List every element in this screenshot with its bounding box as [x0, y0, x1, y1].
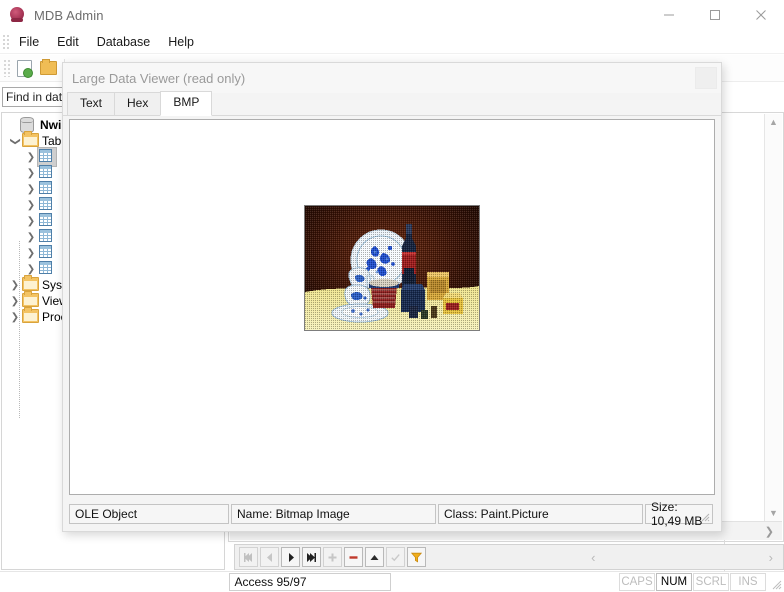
nav-last-button[interactable]	[302, 547, 321, 567]
mdb-admin-window: MDB Admin File Edit Database Help Find i…	[0, 0, 784, 592]
minimize-icon[interactable]	[646, 0, 692, 30]
status-object-name: Name: Bitmap Image	[231, 504, 436, 524]
expander-table[interactable]: ❯	[24, 264, 38, 275]
menu-item-help[interactable]: Help	[159, 33, 203, 51]
folder-icon	[22, 131, 39, 149]
nav-edit-button[interactable]	[365, 547, 384, 567]
nav-delete-button[interactable]	[344, 547, 363, 567]
close-icon[interactable]	[738, 0, 784, 30]
menu-item-database[interactable]: Database	[88, 33, 160, 51]
statusbar: Access 95/97 CAPS NUM SCRL INS	[0, 571, 784, 592]
expander-table[interactable]: ❯	[24, 184, 38, 195]
status-object-class: Class: Paint.Picture	[438, 504, 643, 524]
expander-table[interactable]: ❯	[24, 248, 38, 259]
status-object-size: Size: 10,49 MB	[645, 500, 713, 528]
status-flag-scrl: SCRL	[693, 573, 729, 591]
menubar: File Edit Database Help	[0, 31, 784, 54]
tab-hex[interactable]: Hex	[114, 92, 162, 115]
status-object-type: OLE Object	[69, 504, 229, 524]
menu-item-edit[interactable]: Edit	[48, 33, 88, 51]
record-navigator: ‹ ›	[234, 544, 784, 570]
nav-add-button[interactable]	[323, 547, 342, 567]
window-controls	[646, 0, 784, 30]
window-title: MDB Admin	[34, 7, 104, 23]
expander-tables[interactable]: ❯	[8, 136, 22, 147]
tab-text[interactable]: Text	[67, 92, 116, 115]
scroll-up-icon[interactable]: ▲	[769, 117, 778, 127]
nav-left-chevron-icon[interactable]: ‹	[581, 550, 605, 565]
folder-icon	[22, 307, 39, 325]
expander-table[interactable]: ❯	[24, 200, 38, 211]
bitmap-image	[304, 205, 480, 331]
open-database-icon[interactable]	[36, 57, 60, 79]
menubar-grip[interactable]	[2, 34, 10, 50]
grid-scrollbar[interactable]: ▲ ▼	[764, 114, 782, 521]
dialog-resize-grip-icon[interactable]	[700, 511, 710, 522]
expander-table[interactable]: ❯	[24, 232, 38, 243]
dialog-titlebar: Large Data Viewer (read only)	[63, 63, 721, 93]
menu-item-file[interactable]: File	[10, 33, 48, 51]
nav-filter-button[interactable]	[407, 547, 426, 567]
window-titlebar: MDB Admin	[0, 0, 784, 30]
nav-next-button[interactable]	[281, 547, 300, 567]
statusbar-filler	[0, 572, 228, 592]
app-icon	[10, 7, 26, 23]
expander-table[interactable]: ❯	[24, 152, 38, 163]
scroll-down-icon[interactable]: ▼	[769, 508, 778, 518]
large-data-viewer-dialog: Large Data Viewer (read only) Text Hex B…	[62, 62, 722, 532]
statusbar-filler-2	[391, 572, 619, 592]
tree-label-tables: Tab	[42, 134, 62, 148]
tree-label-system: Sys	[42, 278, 63, 292]
tree-dotted-line	[19, 241, 20, 419]
tab-bmp[interactable]: BMP	[160, 91, 213, 116]
maximize-icon[interactable]	[692, 0, 738, 30]
nav-post-button[interactable]	[386, 547, 405, 567]
toolbar-grip[interactable]	[3, 59, 10, 77]
dialog-statusbar: OLE Object Name: Bitmap Image Class: Pai…	[69, 500, 715, 528]
status-flag-num: NUM	[656, 573, 692, 591]
nav-right-chevron-icon[interactable]: ›	[759, 550, 783, 565]
nav-prev-button[interactable]	[260, 547, 279, 567]
table-icon	[38, 260, 56, 278]
status-access-version: Access 95/97	[228, 573, 391, 591]
dialog-image-canvas	[69, 119, 715, 495]
dialog-close-button[interactable]	[695, 67, 717, 89]
resize-grip-icon[interactable]	[766, 572, 784, 592]
dialog-title: Large Data Viewer (read only)	[72, 70, 246, 86]
expand-chevron-icon[interactable]: ❯	[765, 525, 774, 538]
status-flag-ins: INS	[730, 573, 766, 591]
expander-table[interactable]: ❯	[24, 216, 38, 227]
nav-first-button[interactable]	[239, 547, 258, 567]
new-database-icon[interactable]	[12, 57, 36, 79]
status-flag-caps: CAPS	[619, 573, 655, 591]
dialog-tabstrip: Text Hex BMP	[63, 91, 721, 116]
expander-table[interactable]: ❯	[24, 168, 38, 179]
